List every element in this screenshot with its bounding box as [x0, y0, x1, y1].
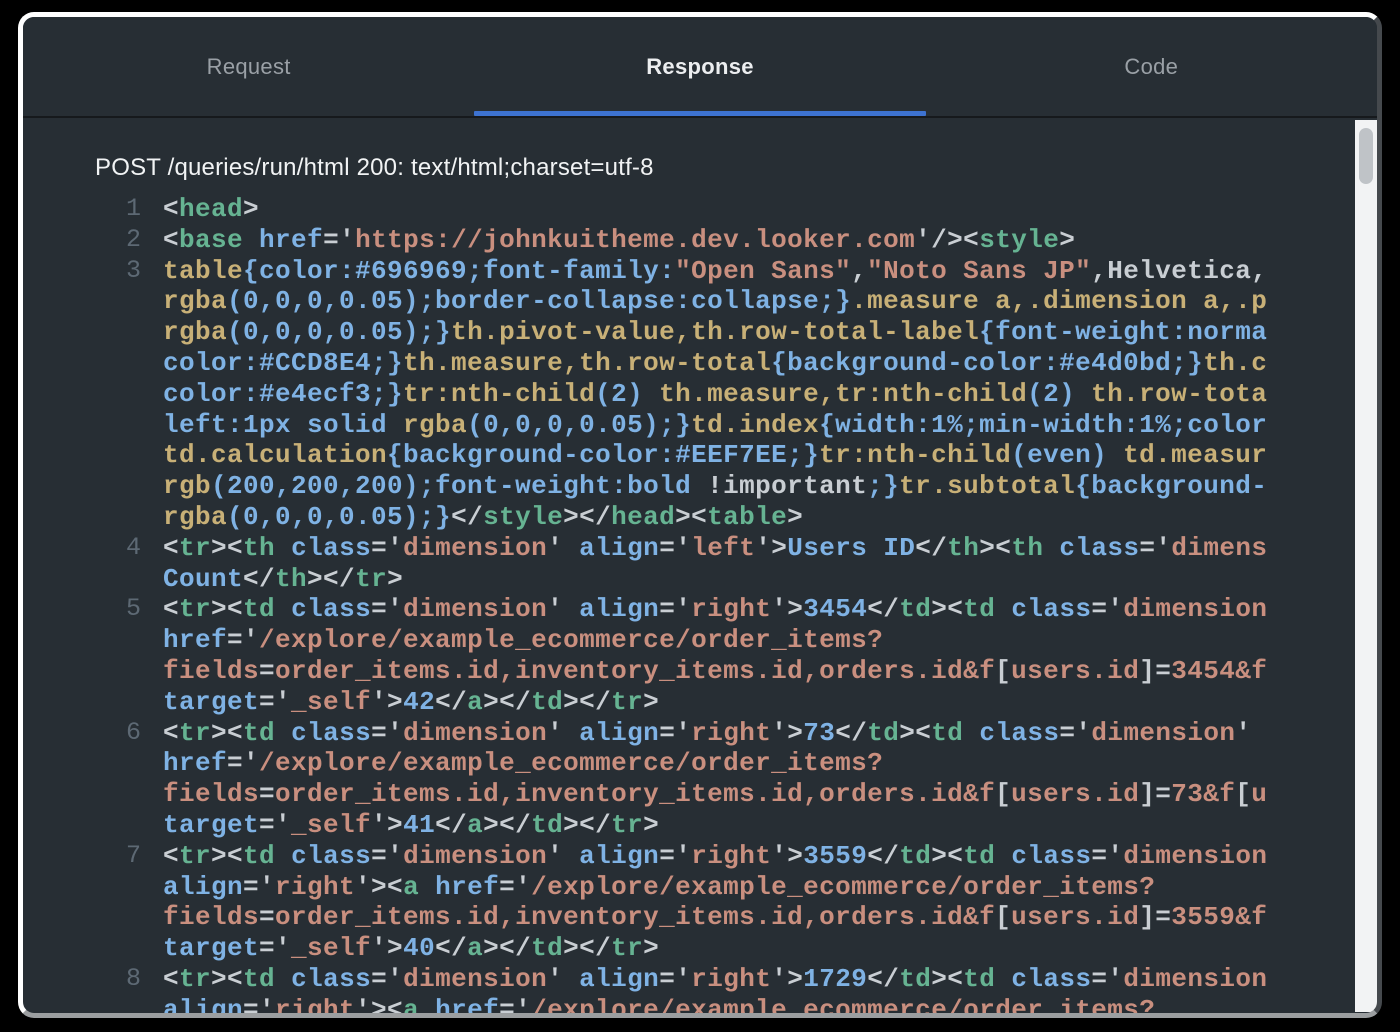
code-row: left:1px solid rgba(0,0,0,0.05);}td.inde…: [23, 410, 1377, 441]
line-number: [23, 379, 141, 410]
line-number: [23, 348, 141, 379]
response-body: POST /queries/run/html 200: text/html;ch…: [23, 118, 1377, 1013]
code-text: href='/explore/example_ecommerce/order_i…: [163, 748, 883, 779]
scrollbar-thumb[interactable]: [1359, 128, 1373, 184]
code-text: <tr><td class='dimension' align='right'>…: [163, 594, 1267, 625]
line-number: [23, 902, 141, 933]
code-row: rgba(0,0,0,0.05);border-collapse:collaps…: [23, 286, 1377, 317]
line-number: [23, 872, 141, 903]
line-number: [23, 779, 141, 810]
code-row: rgba(0,0,0,0.05);}</style></head><table>: [23, 502, 1377, 533]
line-number: [23, 656, 141, 687]
code-row: color:#CCD8E4;}th.measure,th.row-total{b…: [23, 348, 1377, 379]
response-status-line: POST /queries/run/html 200: text/html;ch…: [95, 154, 1337, 182]
line-number: [23, 317, 141, 348]
vertical-scrollbar[interactable]: [1355, 120, 1377, 1012]
line-number: [23, 748, 141, 779]
code-text: target='_self'>42</a></td></tr>: [163, 687, 659, 718]
line-number: [23, 440, 141, 471]
code-text: rgba(0,0,0,0.05);}</style></head><table>: [163, 502, 803, 533]
code-text: td.calculation{background-color:#EEF7EE;…: [163, 440, 1267, 471]
line-number: [23, 810, 141, 841]
tab-request[interactable]: Request: [23, 17, 474, 116]
line-number: [23, 502, 141, 533]
code-text: color:#e4ecf3;}tr:nth-child(2) th.measur…: [163, 379, 1267, 410]
code-text: <base href='https://johnkuitheme.dev.loo…: [163, 225, 1075, 256]
code-row: fields=order_items.id,inventory_items.id…: [23, 902, 1377, 933]
code-text: rgb(200,200,200);font-weight:bold !impor…: [163, 471, 1267, 502]
code-row: target='_self'>42</a></td></tr>: [23, 687, 1377, 718]
code-row: rgb(200,200,200);font-weight:bold !impor…: [23, 471, 1377, 502]
code-rows: 1 <head> 2 <base href='https://johnkuitheme…: [23, 194, 1377, 1013]
code-row: href='/explore/example_ecommerce/order_i…: [23, 748, 1377, 779]
code-text: color:#CCD8E4;}th.measure,th.row-total{b…: [163, 348, 1267, 379]
tab-code-label: Code: [1124, 54, 1178, 80]
code-row: color:#e4ecf3;}tr:nth-child(2) th.measur…: [23, 379, 1377, 410]
line-number: 8: [23, 964, 141, 995]
code-text: fields=order_items.id,inventory_items.id…: [163, 902, 1267, 933]
line-number: 1: [23, 194, 141, 225]
line-number: [23, 410, 141, 441]
code-row: 2 <base href='https://johnkuitheme.dev.lo…: [23, 225, 1377, 256]
code-text: <tr><td class='dimension' align='right'>…: [163, 718, 1251, 749]
code-text: <tr><th class='dimension' align='left'>U…: [163, 533, 1267, 564]
line-number: 7: [23, 841, 141, 872]
code-text: rgba(0,0,0,0.05);}th.pivot-value,th.row-…: [163, 317, 1267, 348]
code-row: fields=order_items.id,inventory_items.id…: [23, 656, 1377, 687]
code-row: align='right'><a href='/explore/example_…: [23, 872, 1377, 903]
code-text: <tr><td class='dimension' align='right'>…: [163, 964, 1267, 995]
code-row: align='right'><a href='/explore/example_…: [23, 995, 1377, 1013]
code-text: rgba(0,0,0,0.05);border-collapse:collaps…: [163, 286, 1267, 317]
line-number: 2: [23, 225, 141, 256]
tab-bar: Request Response Code: [23, 17, 1377, 118]
code-text: target='_self'>41</a></td></tr>: [163, 810, 659, 841]
code-row: 6 <tr><td class='dimension' align='right'…: [23, 718, 1377, 749]
code-row: 8 <tr><td class='dimension' align='right'…: [23, 964, 1377, 995]
code-row: Count</th></tr>: [23, 564, 1377, 595]
code-text: left:1px solid rgba(0,0,0,0.05);}td.inde…: [163, 410, 1267, 441]
code-row: 7 <tr><td class='dimension' align='right'…: [23, 841, 1377, 872]
code-text: align='right'><a href='/explore/example_…: [163, 872, 1155, 903]
line-number: 3: [23, 256, 141, 287]
code-row: rgba(0,0,0,0.05);}th.pivot-value,th.row-…: [23, 317, 1377, 348]
code-text: <tr><td class='dimension' align='right'>…: [163, 841, 1267, 872]
response-dialog: Request Response Code POST /queries/run/…: [18, 12, 1382, 1018]
code-text: align='right'><a href='/explore/example_…: [163, 995, 1155, 1013]
line-number: [23, 687, 141, 718]
active-tab-indicator: [474, 111, 925, 116]
code-row: href='/explore/example_ecommerce/order_i…: [23, 625, 1377, 656]
code-row: 1 <head>: [23, 194, 1377, 225]
line-number: 4: [23, 533, 141, 564]
line-number: 5: [23, 594, 141, 625]
tab-response-label: Response: [646, 54, 754, 80]
tab-request-label: Request: [207, 54, 291, 80]
line-number: 6: [23, 718, 141, 749]
code-row: target='_self'>40</a></td></tr>: [23, 933, 1377, 964]
tab-response[interactable]: Response: [474, 17, 925, 116]
code-row: 3 table{color:#696969;font-family:"Open S…: [23, 256, 1377, 287]
code-row: 4 <tr><th class='dimension' align='left'>…: [23, 533, 1377, 564]
code-row: 5 <tr><td class='dimension' align='right'…: [23, 594, 1377, 625]
line-number: [23, 933, 141, 964]
line-number: [23, 995, 141, 1013]
code-row: target='_self'>41</a></td></tr>: [23, 810, 1377, 841]
line-number: [23, 625, 141, 656]
code-row: td.calculation{background-color:#EEF7EE;…: [23, 440, 1377, 471]
code-text: target='_self'>40</a></td></tr>: [163, 933, 659, 964]
code-text: table{color:#696969;font-family:"Open Sa…: [163, 256, 1267, 287]
code-text: <head>: [163, 194, 259, 225]
tab-code[interactable]: Code: [926, 17, 1377, 116]
line-number: [23, 564, 141, 595]
code-text: fields=order_items.id,inventory_items.id…: [163, 656, 1267, 687]
code-text: fields=order_items.id,inventory_items.id…: [163, 779, 1267, 810]
line-number: [23, 471, 141, 502]
line-number: [23, 286, 141, 317]
code-text: Count</th></tr>: [163, 564, 403, 595]
code-row: fields=order_items.id,inventory_items.id…: [23, 779, 1377, 810]
code-text: href='/explore/example_ecommerce/order_i…: [163, 625, 883, 656]
